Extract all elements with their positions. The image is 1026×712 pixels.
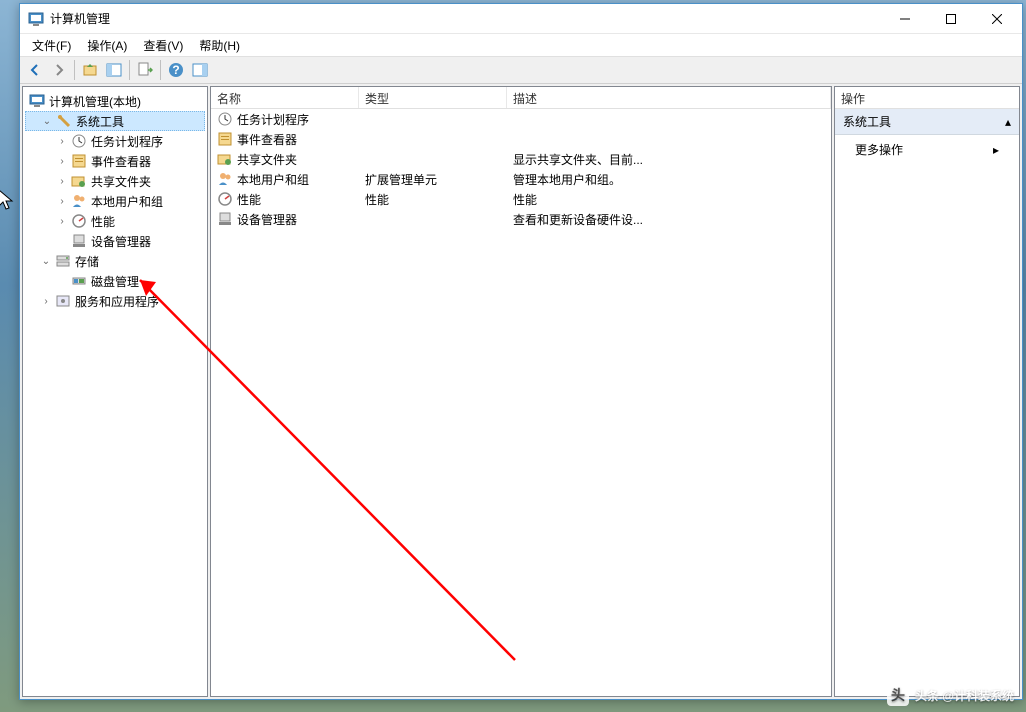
tree-panel: 计算机管理(本地) ⌄ 系统工具 › 任务计划程序 › 事件查看器 › 共享文件… xyxy=(22,86,208,697)
svg-text:?: ? xyxy=(172,63,179,77)
window-controls xyxy=(882,4,1020,34)
content-area: 计算机管理(本地) ⌄ 系统工具 › 任务计划程序 › 事件查看器 › 共享文件… xyxy=(20,84,1022,699)
export-button[interactable] xyxy=(134,59,156,81)
forward-button[interactable] xyxy=(48,59,70,81)
clock-icon xyxy=(71,133,87,149)
shared-folder-icon xyxy=(217,151,233,167)
show-hide-tree-button[interactable] xyxy=(103,59,125,81)
menu-help[interactable]: 帮助(H) xyxy=(191,35,248,56)
users-icon xyxy=(71,193,87,209)
col-name[interactable]: 名称 xyxy=(211,87,359,108)
menu-file[interactable]: 文件(F) xyxy=(24,35,79,56)
expand-icon[interactable]: › xyxy=(55,134,69,148)
toolbar-separator xyxy=(160,60,161,80)
tree-task-scheduler[interactable]: › 任务计划程序 xyxy=(25,131,205,151)
tree-system-tools[interactable]: ⌄ 系统工具 xyxy=(25,111,205,131)
minimize-button[interactable] xyxy=(882,4,928,34)
expand-icon[interactable]: › xyxy=(55,194,69,208)
toolbar-separator xyxy=(74,60,75,80)
event-icon xyxy=(71,153,87,169)
main-window: 计算机管理 文件(F) 操作(A) 查看(V) 帮助(H) ? 计算机管理(本地 xyxy=(19,3,1023,700)
list-row[interactable]: 共享文件夹 显示共享文件夹、目前... xyxy=(211,149,831,169)
actions-more[interactable]: 更多操作 ▸ xyxy=(835,135,1019,164)
list-row[interactable]: 性能 性能 性能 xyxy=(211,189,831,209)
device-icon xyxy=(71,233,87,249)
list-row[interactable]: 本地用户和组 扩展管理单元 管理本地用户和组。 xyxy=(211,169,831,189)
close-button[interactable] xyxy=(974,4,1020,34)
list-row[interactable]: 事件查看器 xyxy=(211,129,831,149)
tree-performance[interactable]: › 性能 xyxy=(25,211,205,231)
help-button[interactable]: ? xyxy=(165,59,187,81)
actions-section[interactable]: 系统工具 ▴ xyxy=(835,109,1019,135)
list-row[interactable]: 任务计划程序 xyxy=(211,109,831,129)
col-desc[interactable]: 描述 xyxy=(507,87,831,108)
services-icon xyxy=(55,293,71,309)
tree-services-apps[interactable]: › 服务和应用程序 xyxy=(25,291,205,311)
expand-icon[interactable]: › xyxy=(55,174,69,188)
storage-icon xyxy=(55,253,71,269)
tree-local-users[interactable]: › 本地用户和组 xyxy=(25,191,205,211)
actions-header: 操作 xyxy=(835,87,1019,109)
collapse-icon: ▴ xyxy=(1005,115,1011,129)
computer-icon xyxy=(29,93,45,109)
tree-device-manager[interactable]: 设备管理器 xyxy=(25,231,205,251)
mouse-cursor xyxy=(0,189,16,213)
maximize-button[interactable] xyxy=(928,4,974,34)
watermark: 头 头条 @计科装系统 xyxy=(887,684,1014,706)
shared-folder-icon xyxy=(71,173,87,189)
expand-icon[interactable]: › xyxy=(39,294,53,308)
expand-icon[interactable]: › xyxy=(55,154,69,168)
show-hide-action-pane-button[interactable] xyxy=(189,59,211,81)
tree-disk-management[interactable]: 磁盘管理 xyxy=(25,271,205,291)
list-body: 任务计划程序 事件查看器 共享文件夹 显示共享文件夹、目前... 本地用户和组 … xyxy=(211,109,831,696)
list-panel: 名称 类型 描述 任务计划程序 事件查看器 共享文件夹 显示 xyxy=(210,86,832,697)
expand-icon[interactable]: › xyxy=(55,214,69,228)
users-icon xyxy=(217,171,233,187)
event-icon xyxy=(217,131,233,147)
actions-panel: 操作 系统工具 ▴ 更多操作 ▸ xyxy=(834,86,1020,697)
toolbar-separator xyxy=(129,60,130,80)
collapse-icon[interactable]: ⌄ xyxy=(39,254,53,268)
performance-icon xyxy=(71,213,87,229)
list-row[interactable]: 设备管理器 查看和更新设备硬件设... xyxy=(211,209,831,229)
watermark-icon: 头 xyxy=(887,684,909,706)
toolbar: ? xyxy=(20,56,1022,84)
back-button[interactable] xyxy=(24,59,46,81)
disk-icon xyxy=(71,273,87,289)
device-icon xyxy=(217,211,233,227)
up-button[interactable] xyxy=(79,59,101,81)
collapse-icon[interactable]: ⌄ xyxy=(40,114,54,128)
performance-icon xyxy=(217,191,233,207)
tree-root[interactable]: 计算机管理(本地) xyxy=(25,91,205,111)
tree-shared-folders[interactable]: › 共享文件夹 xyxy=(25,171,205,191)
window-title: 计算机管理 xyxy=(50,10,882,27)
clock-icon xyxy=(217,111,233,127)
menu-action[interactable]: 操作(A) xyxy=(79,35,135,56)
list-header: 名称 类型 描述 xyxy=(211,87,831,109)
tools-icon xyxy=(56,113,72,129)
tree-storage[interactable]: ⌄ 存储 xyxy=(25,251,205,271)
app-icon xyxy=(28,11,44,27)
col-type[interactable]: 类型 xyxy=(359,87,507,108)
menubar: 文件(F) 操作(A) 查看(V) 帮助(H) xyxy=(20,34,1022,56)
chevron-right-icon: ▸ xyxy=(993,143,999,157)
tree-event-viewer[interactable]: › 事件查看器 xyxy=(25,151,205,171)
titlebar: 计算机管理 xyxy=(20,4,1022,34)
menu-view[interactable]: 查看(V) xyxy=(135,35,191,56)
